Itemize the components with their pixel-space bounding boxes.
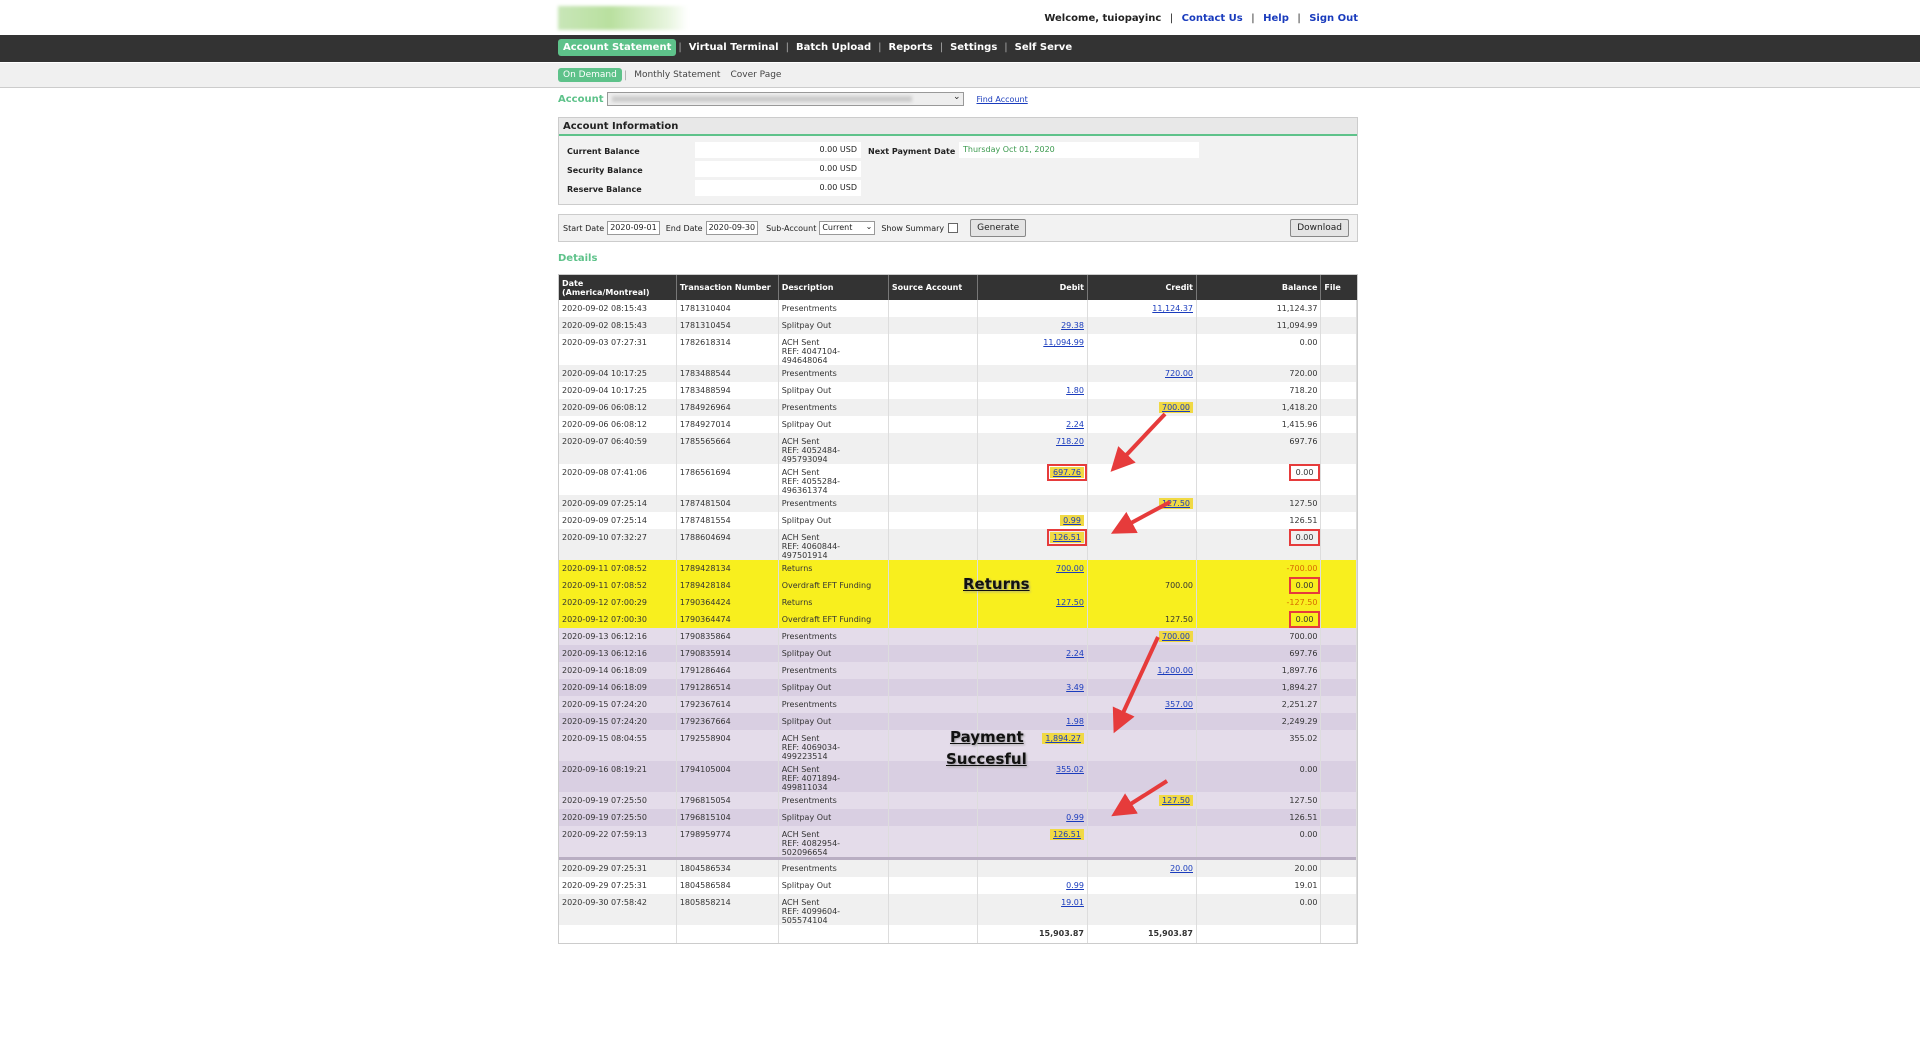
arrow-1 (1110, 412, 1167, 472)
annotation-arrows (1110, 412, 1171, 817)
arrow-4 (1111, 779, 1169, 817)
arrow-2 (1110, 500, 1171, 534)
arrow-3 (1112, 636, 1160, 734)
